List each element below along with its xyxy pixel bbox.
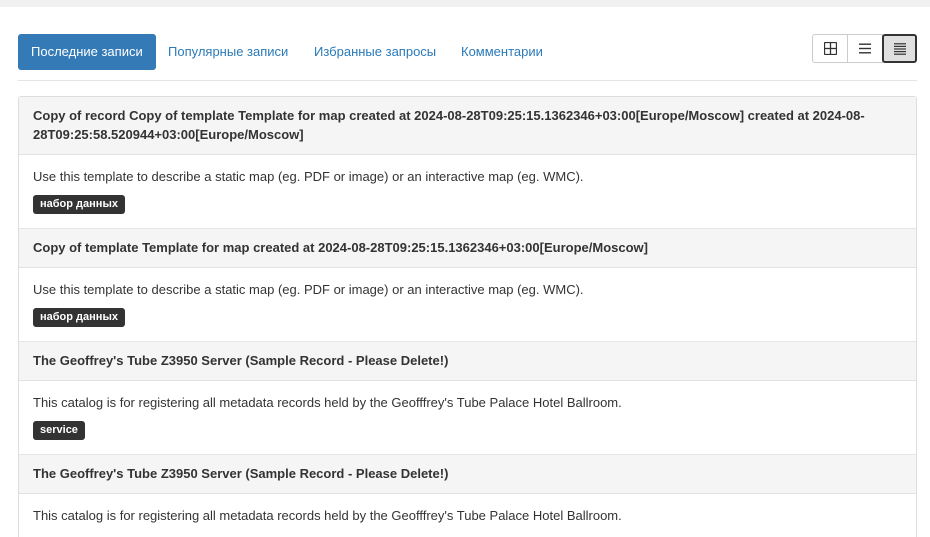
grid-view-button[interactable] [812,34,848,63]
compact-list-view-button[interactable] [882,34,917,63]
record-type-badge: набор данных [33,195,125,214]
record-description: Use this template to describe a static m… [33,169,584,184]
view-mode-toggle [812,34,917,63]
record-type-badge: service [33,421,85,440]
record-title[interactable]: Copy of template Template for map create… [19,229,916,268]
records-nav: Последние записи Популярные записи Избра… [18,34,917,81]
record-type-badge: набор данных [33,308,125,327]
grid-view-icon [823,42,837,55]
record-description: This catalog is for registering all meta… [33,395,622,410]
record-body: This catalog is for registering all meta… [19,494,916,537]
record-body: Use this template to describe a static m… [19,155,916,229]
tab-favorite-searches[interactable]: Избранные запросы [314,34,436,70]
record-body: This catalog is for registering all meta… [19,381,916,455]
list-view-button[interactable] [847,34,883,63]
tab-comments[interactable]: Комментарии [461,34,543,70]
record-title[interactable]: Copy of record Copy of template Template… [19,97,916,155]
record-title[interactable]: The Geoffrey's Tube Z3950 Server (Sample… [19,455,916,494]
record-title[interactable]: The Geoffrey's Tube Z3950 Server (Sample… [19,342,916,381]
records-list: Copy of record Copy of template Template… [18,96,917,537]
tab-popular-records[interactable]: Популярные записи [168,34,288,70]
record-description: This catalog is for registering all meta… [33,508,622,523]
record-body: Use this template to describe a static m… [19,268,916,342]
tab-latest-records[interactable]: Последние записи [18,34,156,70]
list-view-icon [859,43,871,54]
compact-list-view-icon [893,42,906,55]
record-description: Use this template to describe a static m… [33,282,584,297]
top-strip [0,0,930,7]
